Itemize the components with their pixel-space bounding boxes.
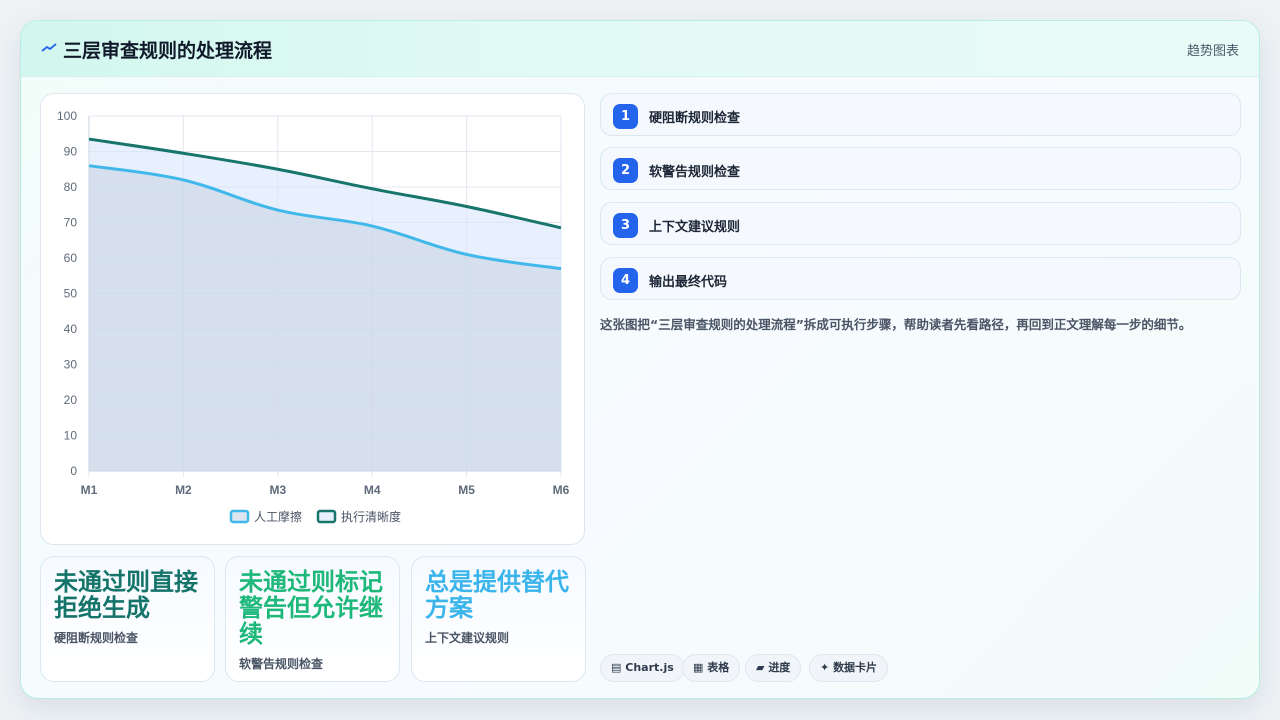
step-item[interactable]: 4 输出最终代码 <box>600 257 1241 300</box>
x-tick-label: M4 <box>364 483 381 497</box>
y-tick-label: 10 <box>64 429 78 443</box>
y-tick-label: 0 <box>70 464 77 478</box>
y-tick-label: 90 <box>64 145 78 159</box>
legend-swatch <box>229 509 250 524</box>
step-label: 上下文建议规则 <box>649 220 741 235</box>
stat-card: 未通过则标记警告但允许继续 软警告规则检查 <box>225 556 400 682</box>
y-tick-label: 80 <box>64 180 78 194</box>
page-title: 三层审查规则的处理流程 <box>63 40 273 62</box>
stat-card: 总是提供替代方案 上下文建议规则 <box>411 556 586 682</box>
header-tag: 趋势图表 <box>1186 44 1239 59</box>
step-number: 1 <box>613 104 638 129</box>
main-card: 三层审查规则的处理流程 趋势图表 0 10 20 30 40 50 60 70 80 90 100 M… <box>20 20 1260 699</box>
stat-value: 未通过则直接拒绝生成 <box>54 568 198 622</box>
chip-data-card[interactable]: ✦ 数据卡片 <box>809 654 889 682</box>
x-tick-label: M5 <box>458 483 475 497</box>
y-tick-label: 50 <box>64 287 78 301</box>
step-label: 硬阻断规则检查 <box>649 111 741 126</box>
chart-icon: ▤ <box>611 661 622 674</box>
y-tick-label: 30 <box>64 358 78 372</box>
stat-sub: 软警告规则检查 <box>239 657 324 671</box>
step-item[interactable]: 3 上下文建议规则 <box>600 202 1241 245</box>
y-tick-label: 100 <box>57 109 77 123</box>
step-number: 4 <box>613 268 638 293</box>
step-label: 软警告规则检查 <box>649 165 741 180</box>
area-chart: 0 10 20 30 40 50 60 70 80 90 100 M1 M2 M3 M4 M5 M6 人工摩擦 执行… <box>57 109 570 524</box>
y-tick-label: 40 <box>64 322 78 336</box>
header: 三层审查规则的处理流程 趋势图表 <box>21 21 1259 77</box>
stat-sub: 硬阻断规则检查 <box>54 631 139 645</box>
chip-table[interactable]: ▦ 表格 <box>682 654 741 682</box>
step-number: 3 <box>613 213 638 238</box>
stat-sub: 上下文建议规则 <box>425 631 510 645</box>
step-item[interactable]: 2 软警告规则检查 <box>600 147 1241 190</box>
step-label: 输出最终代码 <box>649 275 728 290</box>
chip-chartjs[interactable]: ▤ Chart.js <box>600 654 685 682</box>
table-icon: ▦ <box>693 661 704 674</box>
description: 这张图把“三层审查规则的处理流程”拆成可执行步骤，帮助读者先看路径，再回到正文理… <box>600 317 1192 332</box>
progress-icon: ▰ <box>756 661 765 674</box>
stat-card: 未通过则直接拒绝生成 硬阻断规则检查 <box>40 556 215 682</box>
legend-label: 执行清晰度 <box>341 509 401 524</box>
trend-icon <box>41 43 57 52</box>
chip-progress[interactable]: ▰ 进度 <box>745 654 802 682</box>
step-number: 2 <box>613 158 638 183</box>
x-tick-label: M6 <box>553 483 570 497</box>
y-tick-label: 60 <box>64 251 78 265</box>
legend-swatch <box>316 509 337 524</box>
step-item[interactable]: 1 硬阻断规则检查 <box>600 93 1241 136</box>
y-tick-label: 20 <box>64 393 78 407</box>
x-tick-label: M2 <box>175 483 192 497</box>
chip-label: Chart.js <box>625 661 674 674</box>
chart-panel: 0 10 20 30 40 50 60 70 80 90 100 M1 M2 M3 M4 M5 M6 人工摩擦 执行… <box>40 93 585 545</box>
chip-label: 表格 <box>707 661 730 674</box>
chip-label: 数据卡片 <box>833 661 878 674</box>
y-tick-label: 70 <box>64 216 78 230</box>
legend-label: 人工摩擦 <box>254 509 302 524</box>
x-tick-label: M3 <box>269 483 286 497</box>
x-tick-label: M1 <box>81 483 98 497</box>
stat-value: 未通过则标记警告但允许继续 <box>239 568 383 648</box>
sparkle-icon: ✦ <box>820 661 830 674</box>
stat-value: 总是提供替代方案 <box>425 568 569 622</box>
chip-label: 进度 <box>768 661 791 674</box>
